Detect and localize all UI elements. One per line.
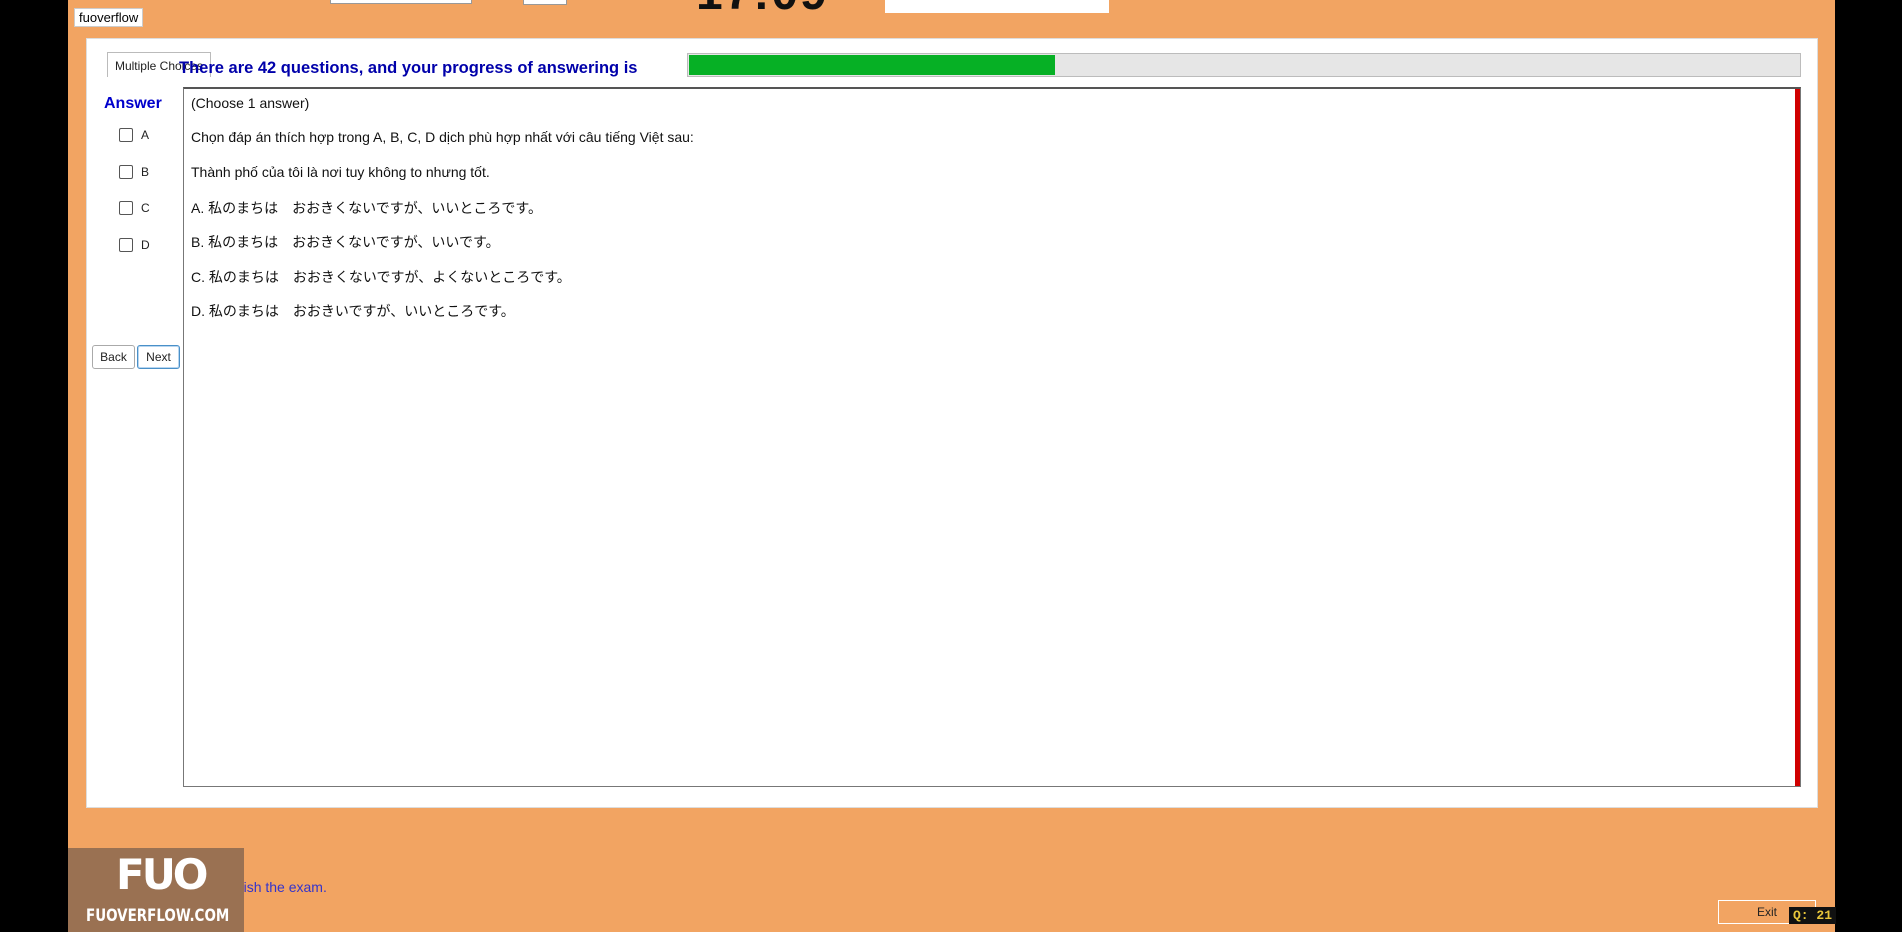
option-d[interactable]: D — [119, 236, 150, 254]
option-a-checkbox[interactable] — [119, 128, 133, 142]
option-d-checkbox[interactable] — [119, 238, 133, 252]
scroll-marker — [1795, 89, 1800, 786]
question-sentence: Thành phố của tôi là nơi tuy không to nh… — [191, 164, 490, 180]
next-button[interactable]: Next — [137, 345, 180, 369]
option-c[interactable]: C — [119, 199, 150, 217]
logo-mark: FUO — [116, 850, 208, 899]
back-button[interactable]: Back — [92, 345, 135, 369]
timer: 17:09 — [696, 0, 829, 10]
exam-window: 17:09 Multiple Choices There are 42 ques… — [68, 0, 1835, 932]
option-a-label: A — [141, 128, 150, 142]
question-instruction: (Choose 1 answer) — [191, 95, 310, 111]
progress-fill — [689, 55, 1055, 75]
question-panel: Multiple Choices There are 42 questions,… — [86, 38, 1818, 808]
option-c-checkbox[interactable] — [119, 201, 133, 215]
fuoverflow-logo: FUO FUOVERFLOW.COM — [68, 848, 244, 932]
progress-bar — [687, 53, 1801, 77]
top-field-2[interactable] — [523, 0, 567, 5]
progress-label: There are 42 questions, and your progres… — [179, 59, 638, 77]
choice-a-text: A. 私のまちは おおきくないですが、いいところです。 — [191, 200, 543, 216]
logo-domain: FUOVERFLOW.COM — [86, 906, 230, 926]
option-b-checkbox[interactable] — [119, 165, 133, 179]
question-prompt: Chọn đáp án thích hợp trong A, B, C, D d… — [191, 129, 694, 145]
answer-heading: Answer — [104, 95, 162, 112]
choice-d-text: D. 私のまちは おおきいですが、いいところです。 — [191, 303, 515, 319]
choice-b-text: B. 私のまちは おおきくないですが、いいです。 — [191, 234, 500, 250]
option-c-label: C — [141, 201, 150, 215]
option-b-label: B — [141, 165, 150, 179]
option-d-label: D — [141, 238, 150, 252]
top-field-1[interactable] — [330, 0, 472, 4]
choice-c-text: C. 私のまちは おおきくないですが、よくないところです。 — [191, 269, 571, 285]
option-b[interactable]: B — [119, 163, 149, 181]
option-a[interactable]: A — [119, 126, 149, 144]
question-counter: Q: 21 — [1789, 907, 1837, 924]
top-field-3[interactable] — [885, 0, 1109, 13]
watermark-label: fuoverflow — [74, 8, 144, 27]
question-content: (Choose 1 answer) Chọn đáp án thích hợp … — [183, 87, 1801, 787]
